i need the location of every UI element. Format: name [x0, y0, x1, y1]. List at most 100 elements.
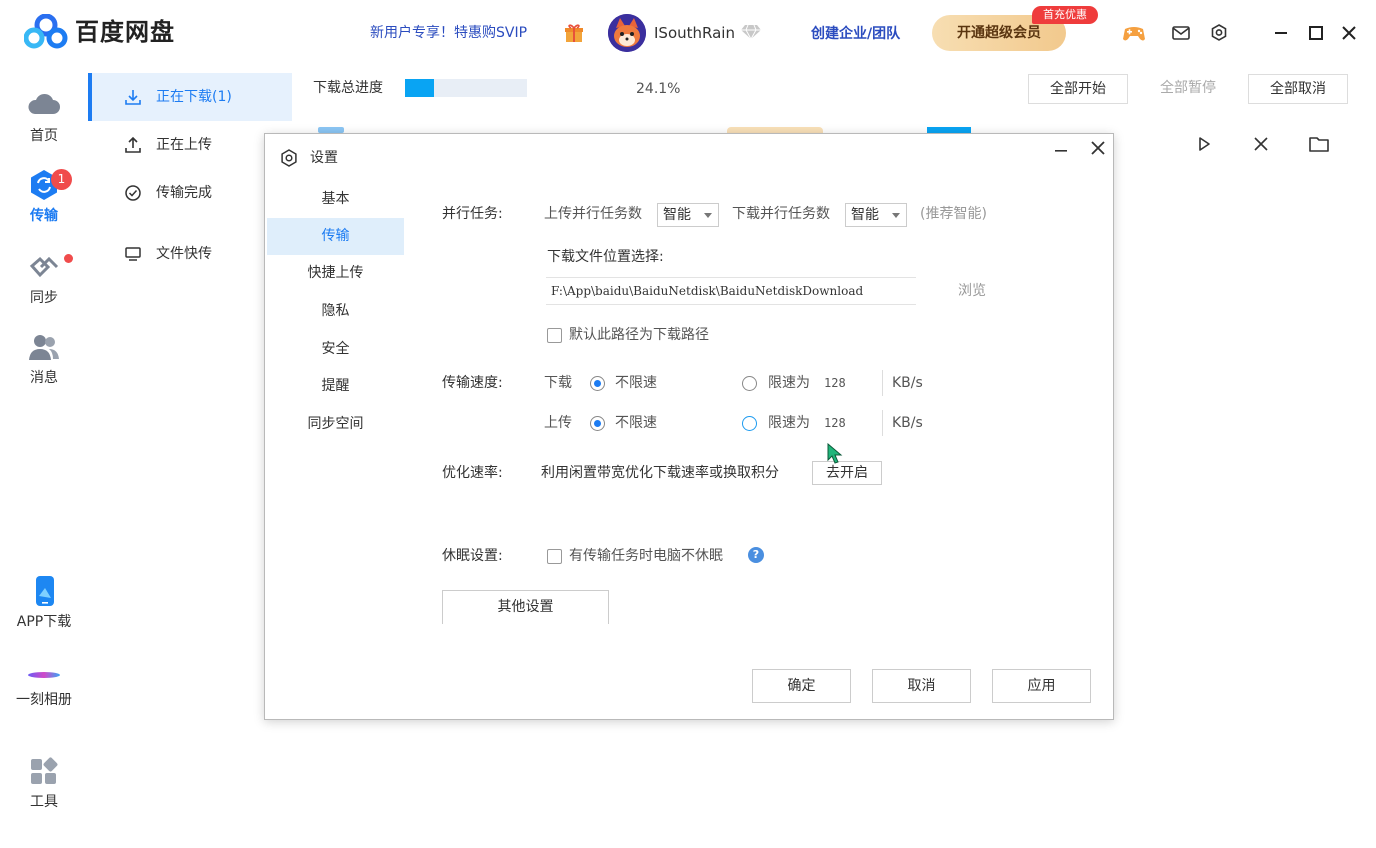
upload-icon: [124, 136, 142, 154]
category-transfer[interactable]: 传输: [267, 218, 404, 255]
play-icon[interactable]: [1193, 133, 1215, 155]
download-parallel-value: 智能: [851, 207, 879, 223]
people-icon: [27, 330, 61, 364]
sync-notification-dot: [64, 254, 73, 263]
dialog-close-icon[interactable]: [1087, 137, 1109, 159]
cancel-button[interactable]: 取消: [872, 669, 971, 703]
download-icon: [124, 88, 142, 106]
divider: [882, 370, 883, 396]
game-icon[interactable]: [1121, 20, 1147, 46]
username[interactable]: ISouthRain: [654, 23, 735, 43]
maximize-icon[interactable]: [1303, 20, 1329, 46]
upload-limit-input[interactable]: 128: [824, 413, 846, 433]
app-name: 百度网盘: [75, 18, 175, 46]
category-basic[interactable]: 基本: [267, 181, 404, 218]
nav-album[interactable]: 一刻相册: [0, 660, 88, 710]
apply-button[interactable]: 应用: [992, 669, 1091, 703]
gift-icon[interactable]: [563, 22, 585, 44]
upload-parallel-value: 智能: [663, 207, 691, 223]
chevron-down-icon: [892, 213, 900, 218]
submenu-quick-transfer[interactable]: 文件快传: [88, 230, 292, 278]
download-unit: KB/s: [892, 375, 923, 391]
cancel-all-button[interactable]: 全部取消: [1248, 74, 1348, 104]
download-limit-radio[interactable]: [742, 376, 757, 391]
dialog-minimize-icon[interactable]: [1050, 140, 1072, 162]
chevron-down-icon: [704, 213, 712, 218]
pause-all-button[interactable]: 全部暂停: [1138, 74, 1238, 104]
nav-messages[interactable]: 消息: [0, 330, 88, 388]
default-path-checkbox[interactable]: [547, 328, 562, 343]
settings-icon[interactable]: [1206, 20, 1232, 46]
cloud-icon: [27, 88, 61, 122]
default-path-label: 默认此路径为下载路径: [569, 327, 709, 343]
mouse-cursor-icon: [827, 443, 843, 465]
browse-button[interactable]: 浏览: [958, 281, 986, 301]
nav-label: APP下载: [16, 614, 72, 630]
sync-icon: [27, 250, 61, 284]
album-icon: [27, 660, 61, 686]
upload-unit: KB/s: [892, 415, 923, 431]
category-sync-space[interactable]: 同步空间: [267, 406, 404, 443]
category-reminder[interactable]: 提醒: [267, 368, 404, 405]
nav-home[interactable]: 首页: [0, 88, 88, 146]
upload-limit-radio[interactable]: [742, 416, 757, 431]
divider: [882, 410, 883, 436]
nav-label: 工具: [30, 794, 58, 810]
total-progress-label: 下载总进度: [313, 80, 383, 96]
download-parallel-select[interactable]: 智能: [845, 203, 907, 227]
settings-gear-icon: [279, 148, 299, 168]
nav-label: 传输: [30, 208, 58, 224]
recommend-hint: (推荐智能): [920, 206, 987, 222]
tools-icon: [27, 754, 61, 788]
nav-sync[interactable]: 同步: [0, 250, 88, 308]
start-all-button[interactable]: 全部开始: [1028, 74, 1128, 104]
other-settings-button[interactable]: 其他设置: [442, 590, 609, 624]
no-sleep-label: 有传输任务时电脑不休眠: [569, 548, 723, 564]
submenu-label: 传输完成: [156, 185, 212, 201]
download-path-input[interactable]: F:\App\baidu\BaiduNetdisk\BaiduNetdiskDo…: [546, 277, 916, 305]
enable-optimize-button[interactable]: 去开启: [812, 461, 882, 485]
avatar[interactable]: [608, 14, 646, 52]
nav-label: 首页: [30, 128, 58, 144]
submenu-completed[interactable]: 传输完成: [88, 169, 292, 217]
nav-app-download[interactable]: APP下载: [0, 574, 88, 632]
first-charge-badge: 首充优惠: [1032, 6, 1098, 24]
nav-tools[interactable]: 工具: [0, 754, 88, 812]
diamond-icon[interactable]: [740, 24, 762, 40]
dialog-title: 设置: [310, 150, 338, 166]
download-location-label: 下载文件位置选择:: [547, 249, 664, 265]
download-limit-input[interactable]: 128: [824, 373, 846, 393]
submenu-downloading[interactable]: 正在下载(1): [88, 73, 292, 121]
category-privacy[interactable]: 隐私: [267, 293, 404, 330]
upload-unlimited-radio[interactable]: [590, 416, 605, 431]
submenu-label: 正在下载(1): [156, 89, 232, 105]
nav-transfer[interactable]: 传输: [0, 168, 88, 226]
category-quick-upload[interactable]: 快捷上传: [267, 255, 404, 292]
minimize-icon[interactable]: [1268, 20, 1294, 46]
ok-button[interactable]: 确定: [752, 669, 851, 703]
folder-icon[interactable]: [1308, 133, 1330, 155]
transfer-speed-label: 传输速度:: [442, 375, 503, 391]
total-progress-fill: [405, 79, 435, 97]
create-enterprise-link[interactable]: 创建企业/团队: [811, 24, 900, 44]
settings-dialog: 设置 基本 传输 快捷上传 隐私 安全 提醒 同步空间 并行任务: 上传并行任务…: [264, 133, 1114, 720]
upload-parallel-label: 上传并行任务数: [544, 206, 642, 222]
download-unlimited-radio[interactable]: [590, 376, 605, 391]
upload-speed-label: 上传: [544, 415, 572, 431]
help-icon[interactable]: ?: [748, 547, 764, 563]
remove-task-icon[interactable]: [1250, 133, 1272, 155]
category-security[interactable]: 安全: [267, 331, 404, 368]
optimize-speed-label: 优化速率:: [442, 465, 503, 481]
download-speed-label: 下载: [544, 375, 572, 391]
no-sleep-checkbox[interactable]: [547, 549, 562, 564]
monitor-icon: [124, 245, 142, 263]
mail-icon[interactable]: [1168, 20, 1194, 46]
svip-promo-link[interactable]: 新用户专享！特惠购SVIP: [370, 23, 527, 43]
close-icon[interactable]: [1336, 20, 1362, 46]
parallel-tasks-label: 并行任务:: [442, 206, 503, 222]
submenu-uploading[interactable]: 正在上传: [88, 121, 292, 169]
upload-parallel-select[interactable]: 智能: [657, 203, 719, 227]
upload-unlimited-label: 不限速: [615, 415, 657, 431]
sleep-settings-label: 休眠设置:: [442, 548, 503, 564]
submenu-label: 正在上传: [156, 137, 212, 153]
